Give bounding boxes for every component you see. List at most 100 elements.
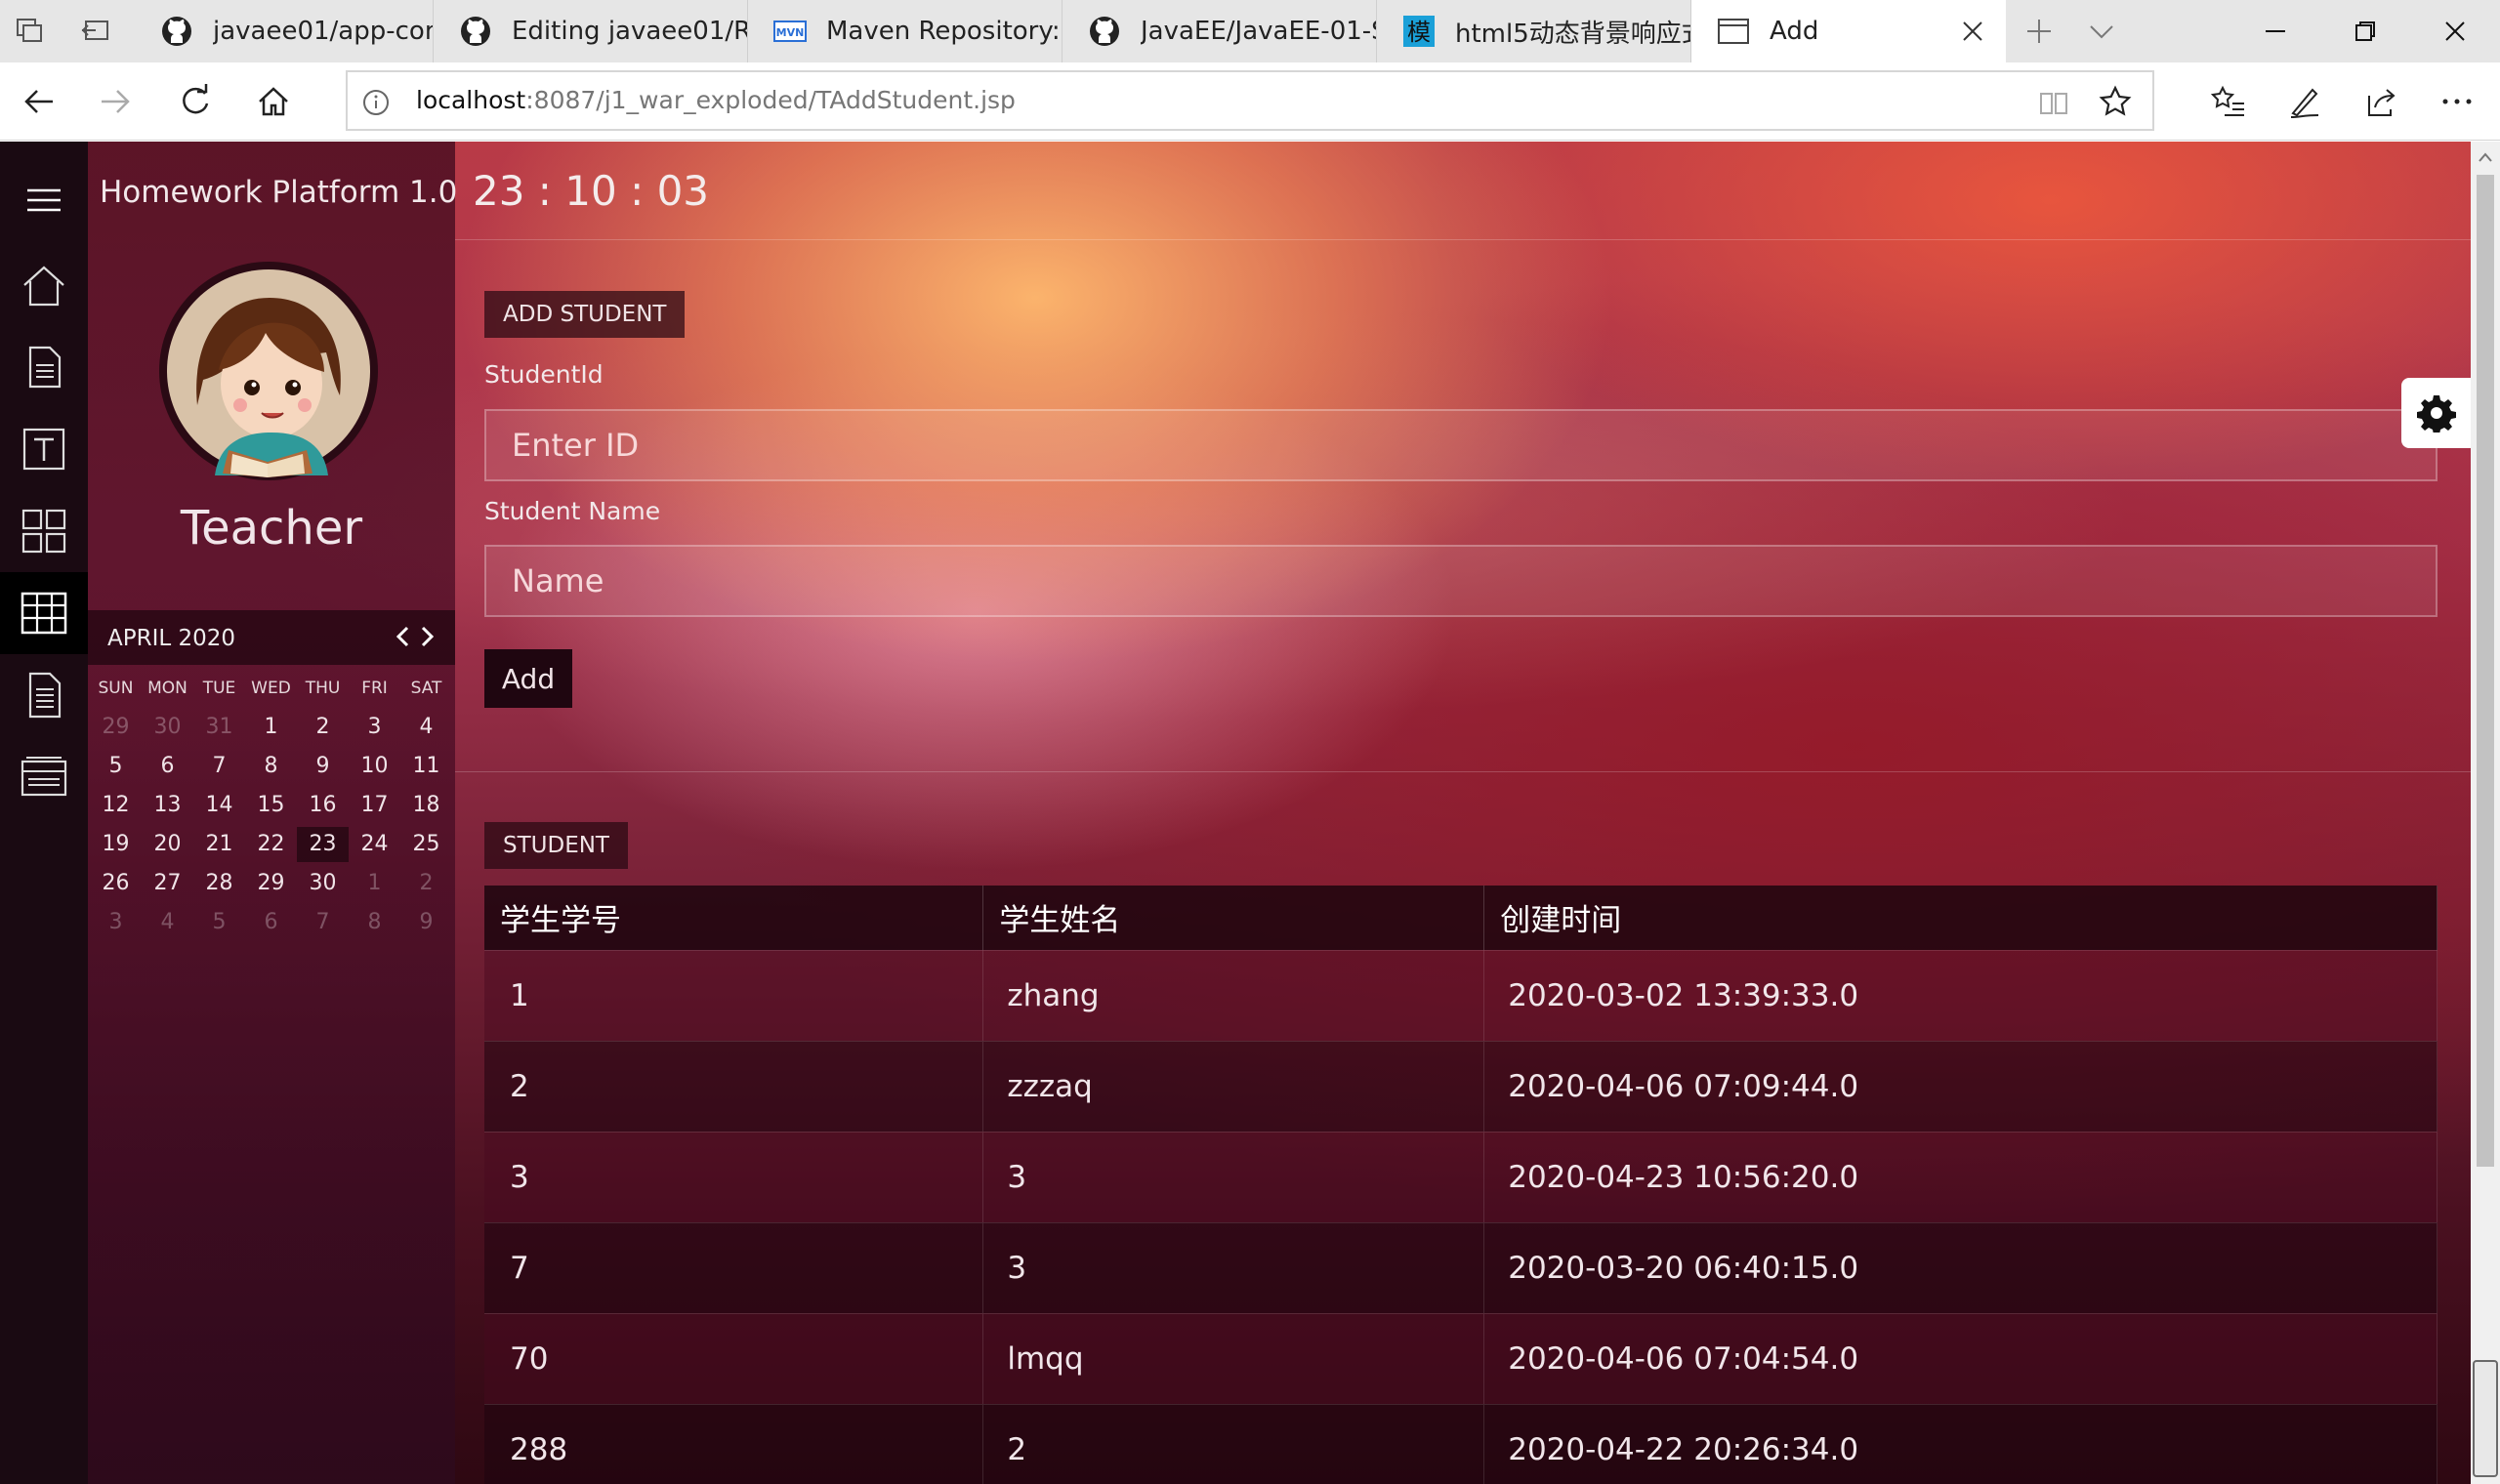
tab-title: JavaEE/JavaEE-01-Sp: [1141, 17, 1376, 46]
calendar-day-other[interactable]: 5: [193, 905, 245, 940]
close-window-icon[interactable]: [2410, 0, 2500, 62]
calendar-day-other[interactable]: 6: [245, 905, 297, 940]
calendar-day[interactable]: 26: [90, 866, 142, 901]
hamburger-menu-icon[interactable]: [24, 181, 63, 220]
calendar-day[interactable]: 21: [193, 827, 245, 862]
tab-overview-icon[interactable]: [14, 14, 49, 49]
student-name-input[interactable]: [484, 545, 2438, 617]
browser-tab[interactable]: Editing javaee01/REA: [434, 0, 748, 62]
back-icon[interactable]: [20, 82, 59, 121]
calendar-day[interactable]: 11: [400, 749, 452, 784]
calendar-day-other[interactable]: 3: [90, 905, 142, 940]
brand-title: Homework Platform 1.0: [100, 175, 458, 210]
calendar-day[interactable]: 25: [400, 827, 452, 862]
document-icon[interactable]: [0, 326, 88, 408]
calendar-day[interactable]: 6: [142, 749, 193, 784]
calendar-day[interactable]: 29: [245, 866, 297, 901]
weekday-label: TUE: [202, 679, 236, 698]
forward-icon[interactable]: [96, 82, 135, 121]
calendar-day-other[interactable]: 4: [142, 905, 193, 940]
chevron-down-icon[interactable]: [2082, 12, 2121, 51]
calendar-day[interactable]: 9: [297, 749, 349, 784]
chevron-right-icon[interactable]: [414, 622, 439, 651]
cell-name: zhang: [982, 949, 1485, 1041]
calendar-day-other[interactable]: 9: [400, 905, 452, 940]
resize-handle[interactable]: [2473, 1360, 2498, 1477]
tiles-icon[interactable]: [0, 490, 88, 572]
mo-icon: 模: [1402, 15, 1436, 48]
gear-icon[interactable]: [2401, 378, 2471, 448]
browser-tab[interactable]: MVN Maven Repository: o: [748, 0, 1062, 62]
calendar-day-other[interactable]: 29: [90, 710, 142, 745]
scrollbar-thumb[interactable]: [2477, 175, 2494, 1167]
student-table: 学生学号 学生姓名 创建时间 1 zhang 2020-03-02 13:39:…: [484, 886, 2438, 1484]
favorites-list-icon[interactable]: [2209, 82, 2248, 121]
calendar-day[interactable]: 27: [142, 866, 193, 901]
add-button[interactable]: Add: [484, 649, 572, 708]
tab-title: Add: [1770, 17, 1819, 46]
calendar-day[interactable]: 24: [349, 827, 400, 862]
calendar-day[interactable]: 13: [142, 788, 193, 823]
calendar-day-today[interactable]: 23: [297, 827, 349, 862]
browser-tab[interactable]: 模 html5动态背景响应式: [1377, 0, 1691, 62]
calendar-day[interactable]: 12: [90, 788, 142, 823]
calendar-day[interactable]: 4: [400, 710, 452, 745]
calendar-day[interactable]: 15: [245, 788, 297, 823]
set-aside-tabs-icon[interactable]: [78, 14, 113, 49]
browser-tab[interactable]: javaee01/app-contex: [135, 0, 434, 62]
url-path: :8087/j1_war_exploded/TAddStudent.jsp: [525, 86, 1016, 114]
calendar-day[interactable]: 18: [400, 788, 452, 823]
browser-tab-active[interactable]: Add: [1691, 0, 2006, 62]
cell-name: 3: [982, 1131, 1485, 1222]
calendar-day[interactable]: 28: [193, 866, 245, 901]
calendar-day-other[interactable]: 2: [400, 866, 452, 901]
calendar-grid: SUN MON TUE WED THU FRI SAT 29 30 31 1 2…: [90, 669, 453, 942]
home-icon[interactable]: [0, 244, 88, 326]
calendar-day[interactable]: 2: [297, 710, 349, 745]
document-lines-icon[interactable]: [0, 654, 88, 736]
calendar-day[interactable]: 5: [90, 749, 142, 784]
weekday-label: SAT: [410, 679, 442, 698]
calendar-day[interactable]: 30: [297, 866, 349, 901]
calendar-day-other[interactable]: 31: [193, 710, 245, 745]
calendar-day[interactable]: 20: [142, 827, 193, 862]
calendar-day-other[interactable]: 7: [297, 905, 349, 940]
close-tab-icon[interactable]: [1953, 12, 1992, 51]
favorite-star-icon[interactable]: [2098, 84, 2133, 119]
calendar-day[interactable]: 1: [245, 710, 297, 745]
add-student-section-label: ADD STUDENT: [484, 291, 686, 338]
calendar-day[interactable]: 16: [297, 788, 349, 823]
chevron-left-icon[interactable]: [391, 622, 416, 651]
reading-view-icon[interactable]: [2037, 86, 2070, 119]
calendar-day[interactable]: 14: [193, 788, 245, 823]
calendar-day[interactable]: 22: [245, 827, 297, 862]
calendar-day-other[interactable]: 1: [349, 866, 400, 901]
refresh-icon[interactable]: [176, 82, 215, 121]
calendar-day[interactable]: 7: [193, 749, 245, 784]
calendar-day[interactable]: 10: [349, 749, 400, 784]
calendar-day[interactable]: 17: [349, 788, 400, 823]
student-id-input[interactable]: [484, 409, 2438, 481]
calendar-day-other[interactable]: 8: [349, 905, 400, 940]
table-icon[interactable]: [0, 572, 88, 654]
browser-tab[interactable]: JavaEE/JavaEE-01-Sp: [1062, 0, 1377, 62]
vertical-scrollbar[interactable]: [2471, 142, 2500, 1484]
text-box-icon[interactable]: [0, 408, 88, 490]
address-bar[interactable]: localhost:8087/j1_war_exploded/TAddStude…: [346, 70, 2154, 131]
home-icon[interactable]: [254, 82, 293, 121]
more-icon[interactable]: [2438, 82, 2477, 121]
calendar-day[interactable]: 8: [245, 749, 297, 784]
share-icon[interactable]: [2361, 82, 2400, 121]
info-icon[interactable]: [361, 88, 391, 117]
calendar-day[interactable]: 19: [90, 827, 142, 862]
calendar-day-other[interactable]: 30: [142, 710, 193, 745]
new-tab-icon[interactable]: [2020, 12, 2059, 51]
url-text[interactable]: localhost:8087/j1_war_exploded/TAddStude…: [416, 86, 1016, 114]
restore-icon[interactable]: [2320, 0, 2410, 62]
minimize-icon[interactable]: [2230, 0, 2320, 62]
archive-icon[interactable]: [0, 736, 88, 818]
scroll-up-icon[interactable]: [2477, 149, 2494, 165]
github-icon: [459, 15, 492, 48]
calendar-day[interactable]: 3: [349, 710, 400, 745]
pen-icon[interactable]: [2285, 82, 2324, 121]
